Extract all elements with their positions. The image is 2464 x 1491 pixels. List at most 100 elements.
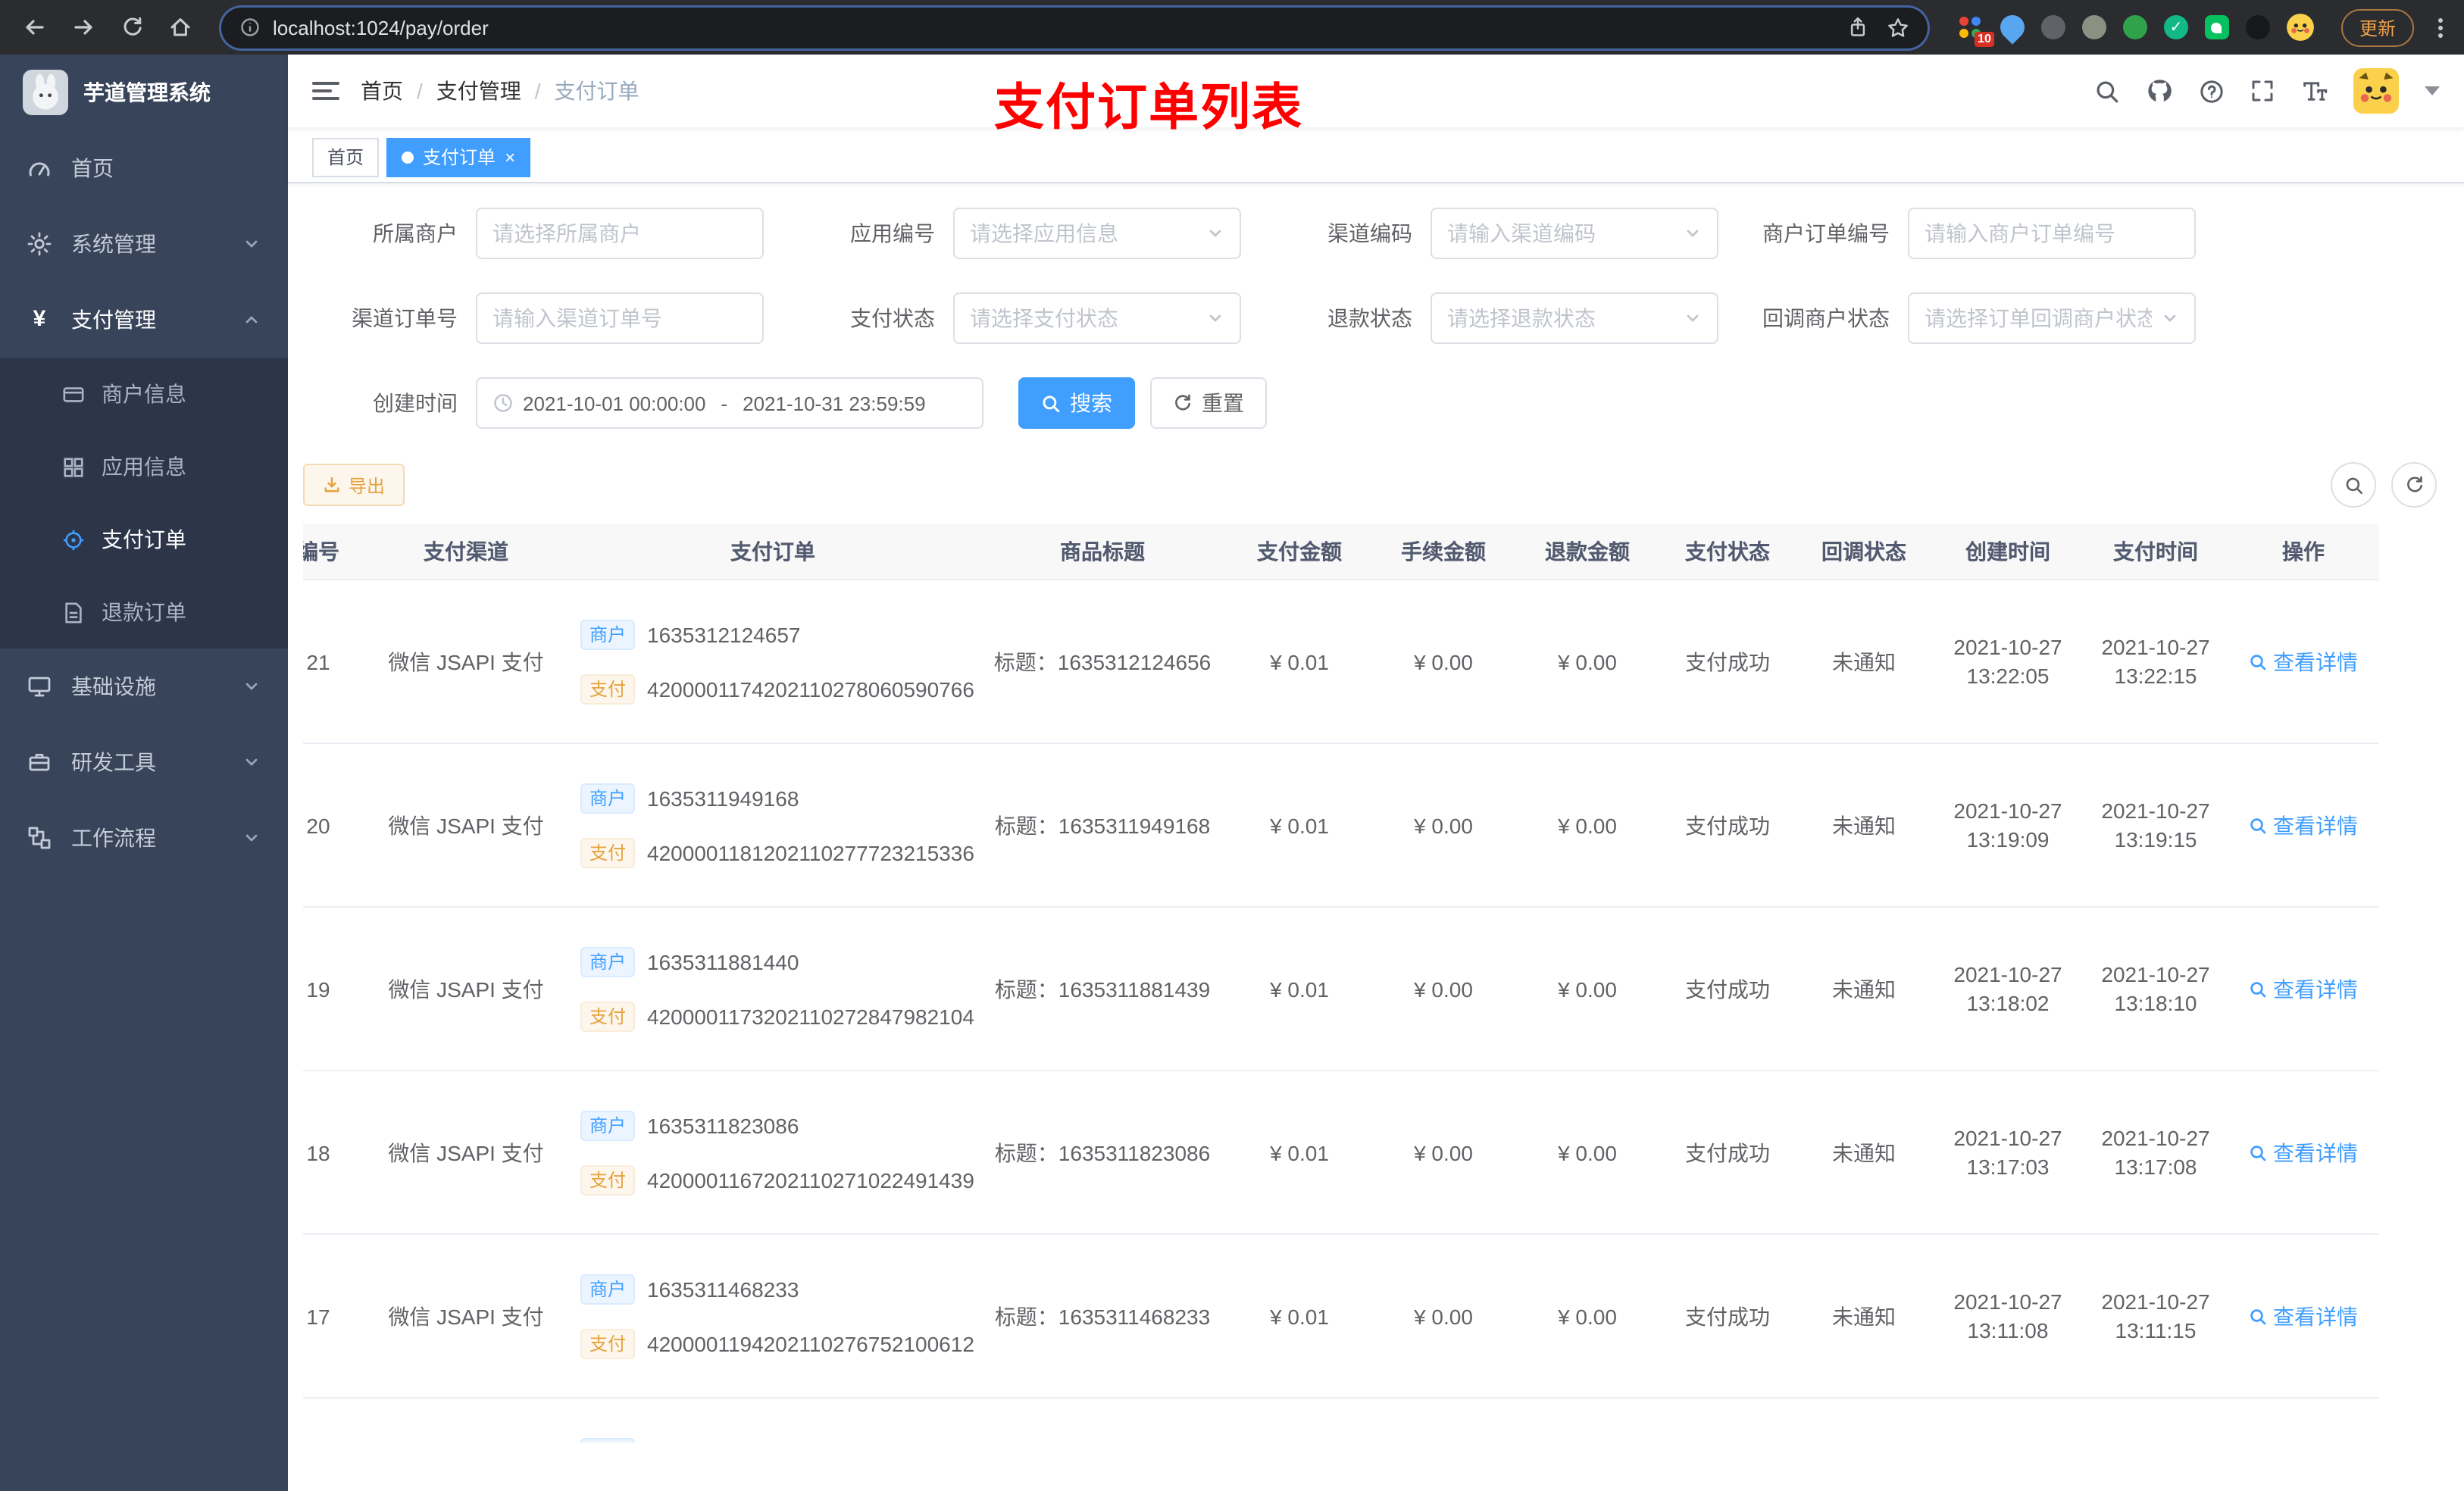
url-bar[interactable]: localhost:1024/pay/order [221, 7, 1928, 48]
refund-status-select[interactable] [1431, 292, 1718, 344]
chrome-menu-icon[interactable] [2432, 17, 2449, 37]
url-text[interactable]: localhost:1024/pay/order [273, 16, 1835, 39]
view-detail-link[interactable]: 查看详情 [2249, 810, 2358, 840]
sidebar-item-dev-tools[interactable]: 研发工具 [0, 724, 288, 800]
sidebar-item-pay-order[interactable]: 支付订单 [0, 503, 288, 576]
tab-label: 支付订单 [423, 147, 496, 168]
export-button-label: 导出 [349, 475, 386, 496]
help-icon[interactable] [2199, 78, 2225, 104]
merchant-order-no-filter[interactable] [1908, 208, 2196, 259]
sidebar-item-workflow[interactable]: 工作流程 [0, 800, 288, 876]
gear-icon [27, 232, 52, 256]
search-button[interactable]: 搜索 [1018, 377, 1135, 429]
tab-close-icon[interactable]: × [505, 148, 515, 166]
avatar-caret-icon[interactable] [2425, 86, 2440, 95]
sidebar-item-payment[interactable]: ¥ 支付管理 [0, 282, 288, 358]
cell-created-time: 2021-10-27 13:22:05 [1953, 634, 2062, 687]
bookmark-star-icon[interactable] [1887, 16, 1909, 39]
github-icon[interactable] [2146, 77, 2173, 105]
view-detail-link[interactable]: 查看详情 [2249, 974, 2358, 1004]
notify-status-input[interactable] [1925, 306, 2152, 330]
col-pay-status: 支付状态 [1685, 539, 1770, 564]
tab-home[interactable]: 首页 [312, 137, 380, 177]
card-icon [61, 382, 85, 406]
sidebar-item-label: 退款订单 [102, 600, 186, 624]
sidebar-item-merchant-info[interactable]: 商户信息 [0, 358, 288, 430]
extension-colored-icon[interactable]: 10 [1958, 14, 1994, 46]
reload-icon[interactable] [112, 8, 152, 47]
channel-order-no-filter[interactable] [476, 292, 764, 344]
export-button[interactable]: 导出 [303, 464, 405, 506]
app-filter-select[interactable] [953, 208, 1241, 259]
merchant-order-no-input[interactable] [1925, 221, 2179, 245]
table-row: 19 微信 JSAPI 支付 商户 1635311881440 支付 42000… [303, 908, 2379, 1071]
col-title: 商品标题 [1060, 539, 1145, 564]
cell-paid-time [2084, 1399, 2228, 1443]
user-avatar[interactable] [2353, 68, 2399, 114]
sidebar-item-system[interactable]: 系统管理 [0, 206, 288, 282]
view-detail-link[interactable]: 查看详情 [2249, 1301, 2358, 1331]
cell-fee: ¥ 0.00 [1414, 649, 1473, 674]
extension-chat-icon[interactable] [2204, 15, 2229, 39]
merchant-order-no: 1635311949168 [647, 786, 799, 810]
filter-label-merchant-order-no: 商户订单编号 [1762, 221, 1890, 245]
filter-label-notify-status: 回调商户状态 [1762, 306, 1890, 330]
col-amount: 支付金额 [1257, 539, 1342, 564]
create-time-range-picker[interactable]: 2021-10-01 00:00:00 - 2021-10-31 23:59:5… [476, 377, 983, 429]
hamburger-icon[interactable] [312, 82, 339, 100]
font-size-icon[interactable] [2300, 77, 2328, 105]
toggle-search-button[interactable] [2331, 462, 2376, 508]
tab-pay-order[interactable]: 支付订单 × [386, 137, 531, 177]
cell-paid-time: 2021-10-27 13:22:15 [2101, 634, 2210, 687]
extension-olive-icon[interactable] [2081, 15, 2106, 39]
pay-status-input[interactable] [970, 306, 1197, 330]
sidebar-item-home[interactable]: 首页 [0, 130, 288, 206]
sidebar-item-label: 工作流程 [71, 826, 156, 850]
app-filter-input[interactable] [970, 221, 1197, 245]
date-start-value[interactable]: 2021-10-01 00:00:00 [523, 392, 705, 414]
extension-dark-icon[interactable] [2245, 15, 2270, 39]
merchant-order-no: 1635311823086 [647, 1113, 799, 1137]
cell-amount: ¥ 0.01 [1270, 649, 1329, 674]
share-icon[interactable] [1847, 17, 1868, 38]
merchant-filter[interactable] [476, 208, 764, 259]
col-pay-order: 支付订单 [730, 539, 815, 564]
site-info-icon[interactable] [239, 17, 261, 38]
channel-order-no-input[interactable] [492, 306, 747, 330]
view-detail-link[interactable]: 查看详情 [2249, 1137, 2358, 1167]
channel-code-input[interactable] [1447, 221, 1674, 245]
sidebar-item-app-info[interactable]: 应用信息 [0, 430, 288, 503]
date-end-value[interactable]: 2021-10-31 23:59:59 [743, 392, 925, 414]
chevron-down-icon [1206, 309, 1224, 327]
home-icon[interactable] [161, 8, 200, 47]
pay-status-select[interactable] [953, 292, 1241, 344]
extension-gray-icon[interactable] [2040, 15, 2065, 39]
filter-label-refund-status: 退款状态 [1327, 306, 1412, 330]
magnifier-icon [2250, 981, 2266, 997]
extension-green-icon[interactable] [2122, 15, 2147, 39]
view-detail-label: 查看详情 [2273, 813, 2358, 837]
view-detail-link[interactable]: 查看详情 [2249, 646, 2358, 677]
sidebar-item-refund-order[interactable]: 退款订单 [0, 576, 288, 649]
breadcrumb-home[interactable]: 首页 [361, 76, 403, 106]
back-icon[interactable] [15, 8, 55, 47]
cell-title: 标题：1635311823086 [994, 1140, 1211, 1164]
extension-drop-icon[interactable] [1995, 10, 2030, 45]
forward-icon[interactable] [64, 8, 103, 47]
notify-status-select[interactable] [1908, 292, 2196, 344]
refresh-table-button[interactable] [2391, 462, 2437, 508]
sidebar-item-infra[interactable]: 基础设施 [0, 649, 288, 724]
fullscreen-icon[interactable] [2250, 79, 2275, 103]
channel-code-select[interactable] [1431, 208, 1718, 259]
logo[interactable]: 芋道管理系统 [0, 55, 288, 130]
merchant-filter-input[interactable] [492, 221, 747, 245]
reset-button[interactable]: 重置 [1150, 377, 1267, 429]
extension-check-icon[interactable]: ✓ [2163, 15, 2188, 39]
extension-badge: 10 [1975, 31, 1994, 46]
chrome-update-button[interactable]: 更新 [2340, 8, 2414, 46]
filter-label-channel-order-no: 渠道订单号 [352, 306, 458, 330]
search-icon[interactable] [2094, 78, 2120, 104]
refund-status-input[interactable] [1447, 306, 1674, 330]
profile-avatar-icon[interactable] [2286, 14, 2314, 41]
breadcrumb-pay-management[interactable]: 支付管理 [436, 76, 521, 106]
